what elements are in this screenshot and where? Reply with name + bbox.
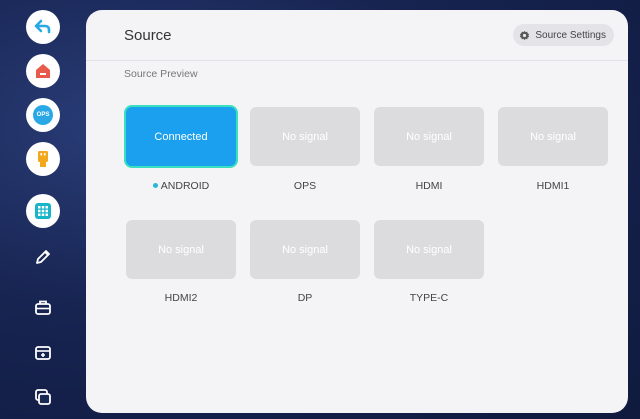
- usb-icon: [38, 151, 48, 167]
- source-label-hdmi1: HDMI1: [536, 180, 570, 192]
- home-icon: [36, 64, 50, 78]
- apps-grid-icon: [35, 203, 51, 219]
- header-divider: [86, 60, 628, 61]
- multi-window-button[interactable]: [26, 380, 60, 414]
- page-title: Source: [124, 27, 172, 44]
- source-label-hdmi2: HDMI2: [164, 292, 198, 304]
- source-name: ANDROID: [160, 180, 210, 192]
- apps-button[interactable]: [26, 194, 60, 228]
- tile-status: No signal: [406, 130, 452, 143]
- source-tile-hdmi[interactable]: No signal: [374, 107, 484, 166]
- sidebar: OPS: [0, 0, 84, 419]
- tile-status: No signal: [406, 243, 452, 256]
- usb-button[interactable]: [26, 142, 60, 176]
- tile-status: No signal: [158, 243, 204, 256]
- ops-icon-label: OPS: [36, 112, 50, 118]
- screen-mirror-button[interactable]: [26, 336, 60, 370]
- pen-icon: [36, 250, 50, 264]
- tile-status: No signal: [282, 130, 328, 143]
- home-button[interactable]: [26, 54, 60, 88]
- connected-dot-icon: [152, 182, 158, 188]
- screen-mirror-icon: [35, 346, 51, 360]
- source-tile-dp[interactable]: No signal: [250, 220, 360, 279]
- source-tile-type-c[interactable]: No signal: [374, 220, 484, 279]
- source-label-ops: OPS: [293, 180, 317, 192]
- source-tile-android[interactable]: Connected: [126, 107, 236, 166]
- ops-button[interactable]: OPS: [26, 98, 60, 132]
- source-panel: Source Source Settings Source Preview Co…: [86, 10, 628, 413]
- toolbox-icon: [35, 300, 51, 315]
- section-subtitle: Source Preview: [124, 68, 198, 80]
- tile-status: Connected: [154, 130, 208, 143]
- source-settings-label: Source Settings: [535, 29, 606, 41]
- source-label-android: ANDROID: [126, 180, 236, 192]
- source-tile-hdmi2[interactable]: No signal: [126, 220, 236, 279]
- ops-icon: OPS: [33, 105, 53, 125]
- toolbox-button[interactable]: [26, 290, 60, 324]
- source-settings-button[interactable]: Source Settings: [513, 24, 614, 46]
- back-button[interactable]: [26, 10, 60, 44]
- source-tile-ops[interactable]: No signal: [250, 107, 360, 166]
- source-label-type-c: TYPE-C: [409, 292, 449, 304]
- source-label-hdmi: HDMI: [415, 180, 443, 192]
- gear-icon: [520, 30, 530, 40]
- tile-status: No signal: [282, 243, 328, 256]
- pen-button[interactable]: [26, 240, 60, 274]
- tile-status: No signal: [530, 130, 576, 143]
- source-tile-hdmi1[interactable]: No signal: [498, 107, 608, 166]
- multi-window-icon: [35, 389, 51, 405]
- source-label-dp: DP: [297, 292, 313, 304]
- back-arrow-icon: [34, 19, 51, 34]
